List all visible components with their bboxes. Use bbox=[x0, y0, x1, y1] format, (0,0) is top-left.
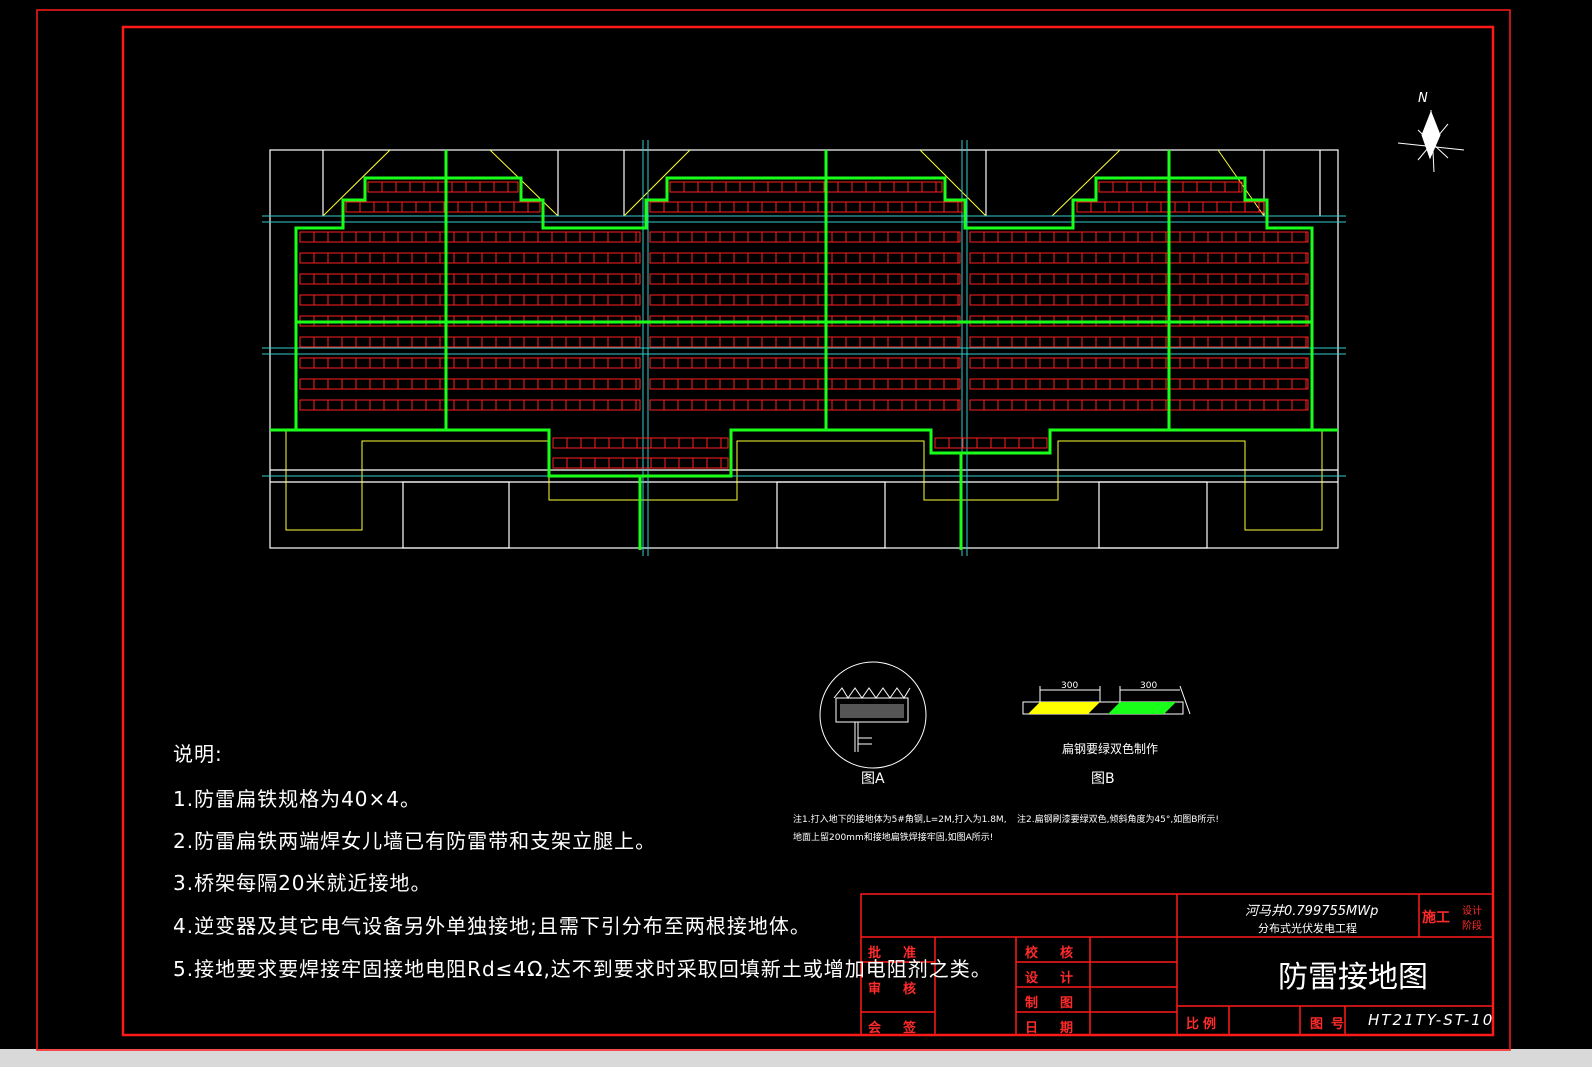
design-label: 设计 bbox=[1025, 971, 1096, 986]
detail-b-caption: 图B bbox=[1091, 771, 1115, 787]
stage-sub-1: 设计 bbox=[1462, 906, 1482, 917]
countersign-label: 会签 bbox=[868, 1021, 939, 1036]
detail-b-figure bbox=[1022, 685, 1191, 715]
draw-label: 制图 bbox=[1025, 996, 1096, 1011]
pv-panel-row bbox=[299, 252, 641, 264]
detail-b-note: 注2.扁钢刷漆要绿双色,倾斜角度为45°,如图B所示! bbox=[1017, 815, 1220, 825]
pv-panel-row bbox=[649, 357, 961, 369]
approve-label: 批准 bbox=[868, 946, 939, 961]
check-label: 校核 bbox=[1025, 946, 1096, 961]
pv-panel-array bbox=[299, 181, 1309, 469]
detail-b-dim-left: 300 bbox=[1061, 681, 1079, 691]
pv-panel-row bbox=[649, 294, 961, 306]
pv-panel-row bbox=[299, 231, 641, 243]
pv-panel-row bbox=[669, 181, 943, 193]
detail-a-note-2: 地面上留200mm和接地扁铁焊接牢固,如图A所示! bbox=[793, 833, 994, 843]
pv-panel-row bbox=[299, 273, 641, 285]
pv-panel-row bbox=[299, 294, 641, 306]
detail-b-dim-right: 300 bbox=[1140, 681, 1158, 691]
drawing-number: HT21TY-ST-10 bbox=[1368, 1011, 1495, 1029]
pv-panel-row bbox=[969, 252, 1309, 264]
pv-panel-row bbox=[649, 336, 961, 348]
date-label: 日期 bbox=[1025, 1021, 1096, 1036]
pv-panel-row bbox=[299, 399, 641, 411]
pv-panel-row bbox=[969, 273, 1309, 285]
note-item-1: 1.防雷扁铁规格为40×4。 bbox=[173, 787, 422, 811]
project-name-line1: 河马井0.799755MWp bbox=[1245, 904, 1379, 919]
number-label: 图号 bbox=[1310, 1017, 1353, 1032]
pv-panel-row bbox=[649, 231, 961, 243]
pv-panel-row bbox=[649, 252, 961, 264]
notes-heading: 说明: bbox=[173, 742, 223, 766]
pv-panel-row bbox=[969, 336, 1309, 348]
pv-panel-row bbox=[345, 201, 541, 213]
note-item-2: 2.防雷扁铁两端焊女儿墙已有防雷带和支架立腿上。 bbox=[173, 829, 657, 853]
detail-a-caption: 图A bbox=[861, 771, 885, 787]
pv-panel-row bbox=[969, 378, 1309, 390]
pv-panel-row bbox=[299, 357, 641, 369]
note-item-3: 3.桥架每隔20米就近接地。 bbox=[173, 871, 432, 895]
detail-b-label: 扁钢要绿双色制作 bbox=[1062, 742, 1159, 756]
review-label: 审核 bbox=[868, 982, 939, 997]
detail-a-fill bbox=[840, 704, 904, 718]
stage-sub-2: 阶段 bbox=[1462, 921, 1482, 932]
project-name-line2: 分布式光伏发电工程 bbox=[1258, 922, 1357, 935]
pv-panel-row bbox=[649, 273, 961, 285]
pv-panel-row bbox=[969, 294, 1309, 306]
detail-a-note-1: 注1.打入地下的接地体为5#角钢,L=2M,打入为1.8M, bbox=[793, 815, 1007, 825]
pv-panel-row bbox=[649, 399, 961, 411]
drawing-title: 防雷接地图 bbox=[1278, 960, 1428, 995]
pv-panel-row bbox=[367, 181, 519, 193]
pv-panel-row bbox=[969, 357, 1309, 369]
north-label: N bbox=[1418, 91, 1428, 106]
scale-label: 比例 bbox=[1186, 1017, 1221, 1032]
pv-panel-row bbox=[552, 437, 729, 449]
note-item-4: 4.逆变器及其它电气设备另外单独接地;且需下引分布至两根接地体。 bbox=[173, 914, 811, 938]
pv-panel-row bbox=[969, 231, 1309, 243]
pv-panel-row bbox=[649, 378, 961, 390]
stage-main: 施工 bbox=[1422, 910, 1450, 926]
north-arrow bbox=[1397, 109, 1465, 173]
pv-panel-row bbox=[299, 378, 641, 390]
pv-panel-row bbox=[649, 201, 963, 213]
pv-panel-row bbox=[969, 399, 1309, 411]
pv-panel-row bbox=[299, 336, 641, 348]
pv-panel-row bbox=[552, 457, 729, 469]
